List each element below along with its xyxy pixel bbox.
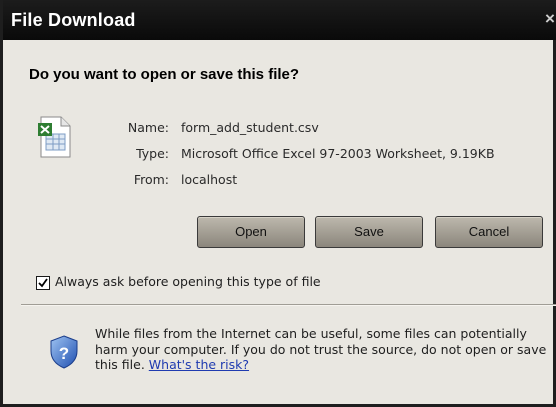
from-label: From:	[133, 172, 169, 187]
open-button[interactable]: Open	[197, 216, 305, 248]
file-name-value: form_add_student.csv	[181, 120, 319, 135]
security-shield-question-icon: ?	[50, 335, 78, 369]
type-label: Type:	[136, 146, 169, 161]
security-warning: While files from the Internet can be use…	[95, 326, 551, 373]
whats-the-risk-link[interactable]: What's the risk?	[149, 357, 249, 372]
cancel-button[interactable]: Cancel	[435, 216, 543, 248]
excel-file-icon	[37, 116, 73, 158]
checkmark-icon	[38, 278, 48, 288]
dialog-question: Do you want to open or save this file?	[29, 66, 300, 83]
divider	[21, 304, 556, 306]
save-button[interactable]: Save	[315, 216, 423, 248]
always-ask-checkbox[interactable]	[36, 276, 50, 290]
file-source-value: localhost	[181, 172, 238, 187]
always-ask-label[interactable]: Always ask before opening this type of f…	[55, 274, 321, 289]
title-bar[interactable]: File Download ×	[3, 0, 556, 40]
file-type-value: Microsoft Office Excel 97-2003 Worksheet…	[181, 146, 495, 161]
name-label: Name:	[127, 120, 169, 135]
dialog-title: File Download	[11, 10, 136, 30]
close-button[interactable]: ×	[541, 6, 556, 32]
svg-text:?: ?	[59, 344, 69, 363]
file-download-dialog: File Download × Do you want to open or s…	[0, 0, 556, 407]
